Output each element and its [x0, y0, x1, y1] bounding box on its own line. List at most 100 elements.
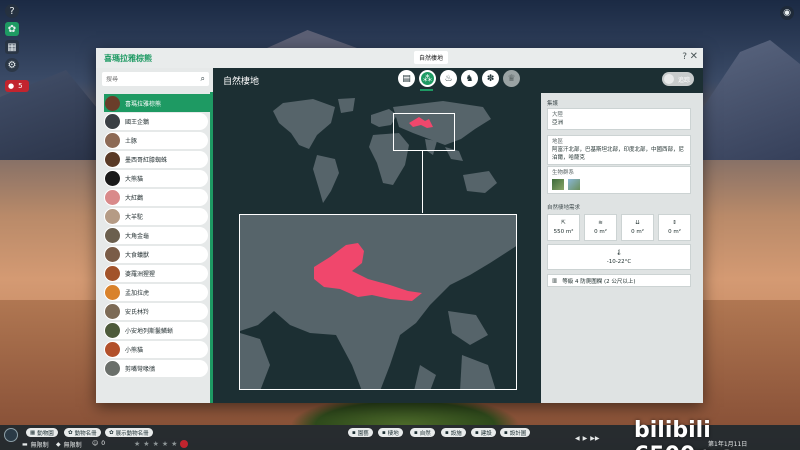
biome-forest-icon[interactable]	[552, 179, 564, 190]
gear-icon[interactable]: ⚙	[5, 58, 19, 72]
search-box[interactable]: ⌕	[102, 72, 209, 86]
sidebar-item[interactable]: 孟加拉虎	[104, 284, 208, 301]
window-help-button[interactable]: ?	[682, 52, 687, 62]
tool-icon: ▪	[414, 429, 418, 436]
star-icon: ★	[152, 440, 159, 448]
region-label: 地區	[552, 139, 564, 145]
habitat-title: 自然棲地	[223, 77, 260, 87]
sidebar-item[interactable]: 小熊貓	[104, 341, 208, 358]
tool-button[interactable]: ▪ 自然	[410, 428, 435, 437]
climbing-icon: ⇕	[672, 220, 677, 226]
continent-label: 大陸	[552, 112, 564, 118]
anteater-icon	[105, 247, 120, 262]
window-close-button[interactable]: ✕	[690, 51, 698, 62]
penguin-icon	[105, 114, 120, 129]
bilibili-watermark: bilibili 6500rya	[634, 418, 735, 450]
animal-roster-button[interactable]: ✿ 動物名冊	[64, 428, 101, 437]
red-panda-icon	[105, 342, 120, 357]
sidebar-item-label: 國王企鵝	[125, 119, 150, 126]
sidebar-item-label: 安氏林羚	[125, 309, 150, 316]
speed-icon: ◀	[575, 435, 580, 442]
tool-button-label: 棲地	[387, 430, 399, 437]
zoo-button[interactable]: ▦ 動物園	[26, 428, 58, 437]
search-input[interactable]	[106, 75, 191, 83]
land-area-value: 550 m²	[553, 229, 574, 235]
research-value: 無限制	[63, 442, 82, 449]
sidebar-item-label: 大角金龜	[125, 233, 150, 240]
sidebar-item[interactable]: 喜瑪拉雅棕熊	[104, 94, 213, 112]
map-panel	[213, 93, 541, 403]
window-header: 喜瑪拉雅棕熊 ? ✕	[96, 48, 703, 68]
thermometer-icon: 🌡	[615, 249, 623, 256]
zoomed-map-svg	[240, 215, 516, 389]
sidebar-item[interactable]: 安氏林羚	[104, 303, 208, 320]
land-area-icon: ⇱	[561, 220, 566, 226]
sidebar-item-label: 大食蟻獸	[125, 252, 150, 259]
spider-icon	[105, 152, 120, 167]
zoo-button-label: 動物園	[37, 430, 54, 437]
game-speed-controls[interactable]: ◀ ▶ ▶▶	[575, 435, 599, 442]
animal-info-window: 喜瑪拉雅棕熊 ? ✕ ⌕ 喜瑪拉雅棕熊國王企鵝土豚墨西哥紅膝蜘蛛大熊貓大紅鸛大羊…	[96, 48, 703, 403]
tool-button[interactable]: ▪ 棲地	[378, 428, 403, 437]
tool-icon: ▪	[352, 429, 356, 436]
climbing-area-value: 0 m²	[668, 229, 681, 235]
sidebar-item[interactable]: 婆羅洲猩猩	[104, 265, 208, 282]
water-area-value: 0 m²	[594, 229, 607, 235]
iguana-icon	[105, 323, 120, 338]
sidebar-item-label: 孟加拉虎	[125, 290, 150, 297]
sidebar-item[interactable]: 大羊駝	[104, 208, 208, 225]
tool-button[interactable]: ▪ 建設	[471, 428, 496, 437]
calendar-icon[interactable]: ▦	[5, 40, 19, 54]
star-icon: ★	[134, 440, 141, 448]
region-card: 地區 阿富汗北部，巴基斯坦北部，印度北部，中國西部，尼泊爾，哈薩克	[547, 135, 691, 165]
top-right-menu-icon[interactable]: ◉	[780, 6, 794, 20]
tool-icon: ▪	[475, 429, 479, 436]
sidebar-item[interactable]: 大食蟻獸	[104, 246, 208, 263]
star-icon: ★	[143, 440, 150, 448]
speed-icon: ▶	[582, 435, 588, 442]
tab-tooltip: 自然棲地	[414, 51, 449, 64]
zoo-icon[interactable]: ✿	[5, 22, 19, 36]
fence-requirement: ▥ 等級 4 防爬圍欄 (2 公尺以上)	[547, 274, 691, 287]
sidebar-item[interactable]: 大熊貓	[104, 170, 208, 187]
sidebar-item-label: 大羊駝	[125, 214, 144, 221]
tool-button[interactable]: ▪ 園藝	[348, 428, 373, 437]
tool-icon: ▪	[504, 429, 508, 436]
sidebar-item[interactable]: 大紅鸛	[104, 189, 208, 206]
sidebar-item[interactable]: 大角金龜	[104, 227, 208, 244]
deep-water-stat: ⇊ 0 m²	[621, 214, 654, 241]
continent-card: 大陸 亞洲	[547, 108, 691, 130]
sidebar-item[interactable]: 剪嘴彎喙鴴	[104, 360, 208, 377]
conservation-section-label: 集護	[547, 101, 559, 107]
tool-button-label: 設計圖	[509, 430, 527, 437]
sidebar-item[interactable]: 土豚	[104, 132, 208, 149]
bear-icon	[105, 95, 120, 111]
land-area-stat: ⇱ 550 m²	[547, 214, 580, 241]
exhibit-roster-button[interactable]: ✿ 展示動物名冊	[105, 428, 153, 437]
sidebar-item[interactable]: 小安地列斯鬣鱗蜥	[104, 322, 208, 339]
tool-icon: ▪	[382, 429, 386, 436]
bird-icon	[105, 361, 120, 376]
tool-button[interactable]: ▪ 設施	[441, 428, 466, 437]
alert-dot-icon[interactable]	[180, 440, 189, 448]
alert-badge[interactable]: ● 5	[5, 80, 29, 92]
fence-value: 等級 4 防爬圍欄 (2 公尺以上)	[562, 278, 636, 285]
biome-card: 生物群系	[547, 166, 691, 194]
sidebar-item[interactable]: 墨西哥紅膝蜘蛛	[104, 151, 208, 168]
sidebar-item[interactable]: 國王企鵝	[104, 113, 208, 130]
star-icon: ★	[171, 440, 178, 448]
help-icon[interactable]: ?	[5, 4, 19, 18]
sidebar-item-label: 婆羅洲猩猩	[125, 271, 156, 278]
search-icon[interactable]: ⌕	[201, 74, 205, 84]
deep-water-icon: ⇊	[635, 220, 640, 226]
beetle-icon	[105, 228, 120, 243]
biome-grassland-icon[interactable]	[567, 179, 580, 190]
sidebar-item-label: 土豚	[125, 138, 138, 145]
zoomed-range-map	[239, 214, 517, 390]
continent-value: 亞洲	[552, 120, 564, 126]
sidebar-item-label: 喜瑪拉雅棕熊	[125, 100, 162, 108]
tool-icon: ▪	[445, 429, 449, 436]
star-icon: ★	[161, 440, 169, 448]
tool-button[interactable]: ▪ 設計圖	[500, 428, 531, 437]
zoo-status-icon[interactable]	[4, 428, 18, 442]
